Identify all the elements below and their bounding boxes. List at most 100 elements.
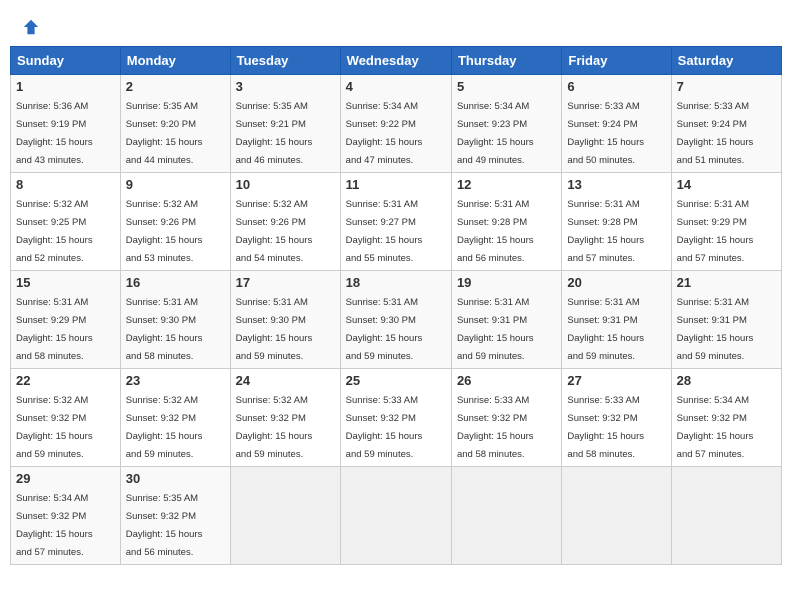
calendar-cell: 4 Sunrise: 5:34 AMSunset: 9:22 PMDaylight… [340,75,451,173]
week-row-5: 29Sunrise: 5:34 AMSunset: 9:32 PMDayligh… [11,467,782,565]
calendar-cell: 2 Sunrise: 5:35 AMSunset: 9:20 PMDaylight… [120,75,230,173]
calendar-cell [562,467,671,565]
logo-icon [22,18,40,36]
calendar-cell: 7 Sunrise: 5:33 AMSunset: 9:24 PMDaylight… [671,75,781,173]
day-number: 6 [567,79,665,94]
day-number: 18 [346,275,446,290]
day-info: Sunrise: 5:35 AMSunset: 9:21 PMDaylight:… [236,101,313,166]
day-number: 7 [677,79,776,94]
day-number: 24 [236,373,335,388]
calendar-table: Sunday Monday Tuesday Wednesday Thursday… [10,46,782,565]
day-info: Sunrise: 5:33 AMSunset: 9:32 PMDaylight:… [457,395,534,460]
calendar-cell: 19 Sunrise: 5:31 AMSunset: 9:31 PMDayligh… [451,271,561,369]
day-number: 4 [346,79,446,94]
day-info: Sunrise: 5:33 AMSunset: 9:24 PMDaylight:… [567,101,644,166]
day-info: Sunrise: 5:34 AMSunset: 9:32 PMDaylight:… [677,395,754,460]
calendar-cell: 22 Sunrise: 5:32 AMSunset: 9:32 PMDayligh… [11,369,121,467]
day-number: 23 [126,373,225,388]
calendar-cell: 10Sunrise: 5:32 AMSunset: 9:26 PMDayligh… [230,173,340,271]
calendar-cell: 5 Sunrise: 5:34 AMSunset: 9:23 PMDaylight… [451,75,561,173]
day-info: Sunrise: 5:31 AMSunset: 9:28 PMDaylight:… [567,199,644,264]
day-number: 2 [126,79,225,94]
calendar-cell: 1 Sunrise: 5:36 AMSunset: 9:19 PMDaylight… [11,75,121,173]
day-info: Sunrise: 5:33 AMSunset: 9:24 PMDaylight:… [677,101,754,166]
day-number: 8 [16,177,115,192]
day-number: 26 [457,373,556,388]
day-number: 19 [457,275,556,290]
calendar-cell: 29Sunrise: 5:34 AMSunset: 9:32 PMDayligh… [11,467,121,565]
day-info: Sunrise: 5:36 AMSunset: 9:19 PMDaylight:… [16,101,93,166]
day-number: 20 [567,275,665,290]
day-info: Sunrise: 5:31 AMSunset: 9:31 PMDaylight:… [457,297,534,362]
col-wednesday: Wednesday [340,47,451,75]
day-number: 1 [16,79,115,94]
col-saturday: Saturday [671,47,781,75]
day-info: Sunrise: 5:32 AMSunset: 9:26 PMDaylight:… [126,199,203,264]
calendar-cell [230,467,340,565]
day-number: 14 [677,177,776,192]
day-number: 17 [236,275,335,290]
day-info: Sunrise: 5:31 AMSunset: 9:27 PMDaylight:… [346,199,423,264]
calendar-cell: 28 Sunrise: 5:34 AMSunset: 9:32 PMDayligh… [671,369,781,467]
day-number: 29 [16,471,115,486]
day-number: 27 [567,373,665,388]
calendar-header-row: Sunday Monday Tuesday Wednesday Thursday… [11,47,782,75]
calendar-cell: 25Sunrise: 5:33 AMSunset: 9:32 PMDayligh… [340,369,451,467]
day-number: 13 [567,177,665,192]
day-info: Sunrise: 5:34 AMSunset: 9:23 PMDaylight:… [457,101,534,166]
day-number: 9 [126,177,225,192]
day-number: 28 [677,373,776,388]
calendar-cell: 13 Sunrise: 5:31 AMSunset: 9:28 PMDayligh… [562,173,671,271]
logo [20,18,40,36]
col-tuesday: Tuesday [230,47,340,75]
day-info: Sunrise: 5:32 AMSunset: 9:32 PMDaylight:… [16,395,93,460]
calendar-cell: 27 Sunrise: 5:33 AMSunset: 9:32 PMDayligh… [562,369,671,467]
day-number: 5 [457,79,556,94]
day-number: 15 [16,275,115,290]
day-info: Sunrise: 5:35 AMSunset: 9:32 PMDaylight:… [126,493,203,558]
day-number: 3 [236,79,335,94]
day-number: 21 [677,275,776,290]
day-info: Sunrise: 5:32 AMSunset: 9:26 PMDaylight:… [236,199,313,264]
calendar-cell: 16Sunrise: 5:31 AMSunset: 9:30 PMDayligh… [120,271,230,369]
day-info: Sunrise: 5:32 AMSunset: 9:32 PMDaylight:… [126,395,203,460]
day-number: 22 [16,373,115,388]
calendar-cell: 18 Sunrise: 5:31 AMSunset: 9:30 PMDayligh… [340,271,451,369]
col-sunday: Sunday [11,47,121,75]
calendar-cell: 24 Sunrise: 5:32 AMSunset: 9:32 PMDayligh… [230,369,340,467]
day-info: Sunrise: 5:31 AMSunset: 9:29 PMDaylight:… [16,297,93,362]
calendar-cell: 23 Sunrise: 5:32 AMSunset: 9:32 PMDayligh… [120,369,230,467]
calendar-cell: 15 Sunrise: 5:31 AMSunset: 9:29 PMDayligh… [11,271,121,369]
day-info: Sunrise: 5:31 AMSunset: 9:30 PMDaylight:… [236,297,313,362]
col-friday: Friday [562,47,671,75]
day-info: Sunrise: 5:31 AMSunset: 9:30 PMDaylight:… [346,297,423,362]
week-row-3: 15 Sunrise: 5:31 AMSunset: 9:29 PMDayligh… [11,271,782,369]
week-row-2: 8 Sunrise: 5:32 AMSunset: 9:25 PMDaylight… [11,173,782,271]
calendar-cell [671,467,781,565]
day-info: Sunrise: 5:31 AMSunset: 9:29 PMDaylight:… [677,199,754,264]
calendar-cell: 3 Sunrise: 5:35 AMSunset: 9:21 PMDaylight… [230,75,340,173]
calendar-cell [340,467,451,565]
day-info: Sunrise: 5:31 AMSunset: 9:31 PMDaylight:… [677,297,754,362]
col-thursday: Thursday [451,47,561,75]
calendar-cell: 26 Sunrise: 5:33 AMSunset: 9:32 PMDayligh… [451,369,561,467]
calendar-cell: 20 Sunrise: 5:31 AMSunset: 9:31 PMDayligh… [562,271,671,369]
page-header [10,10,782,42]
day-number: 12 [457,177,556,192]
day-number: 16 [126,275,225,290]
col-monday: Monday [120,47,230,75]
calendar-cell: 6 Sunrise: 5:33 AMSunset: 9:24 PMDaylight… [562,75,671,173]
calendar-cell [451,467,561,565]
week-row-1: 1 Sunrise: 5:36 AMSunset: 9:19 PMDaylight… [11,75,782,173]
week-row-4: 22 Sunrise: 5:32 AMSunset: 9:32 PMDayligh… [11,369,782,467]
calendar-cell: 11 Sunrise: 5:31 AMSunset: 9:27 PMDayligh… [340,173,451,271]
day-info: Sunrise: 5:34 AMSunset: 9:22 PMDaylight:… [346,101,423,166]
day-info: Sunrise: 5:32 AMSunset: 9:32 PMDaylight:… [236,395,313,460]
day-info: Sunrise: 5:32 AMSunset: 9:25 PMDaylight:… [16,199,93,264]
day-info: Sunrise: 5:33 AMSunset: 9:32 PMDaylight:… [567,395,644,460]
calendar-cell: 9 Sunrise: 5:32 AMSunset: 9:26 PMDaylight… [120,173,230,271]
day-info: Sunrise: 5:31 AMSunset: 9:31 PMDaylight:… [567,297,644,362]
day-info: Sunrise: 5:33 AMSunset: 9:32 PMDaylight:… [346,395,423,460]
day-info: Sunrise: 5:35 AMSunset: 9:20 PMDaylight:… [126,101,203,166]
day-number: 11 [346,177,446,192]
